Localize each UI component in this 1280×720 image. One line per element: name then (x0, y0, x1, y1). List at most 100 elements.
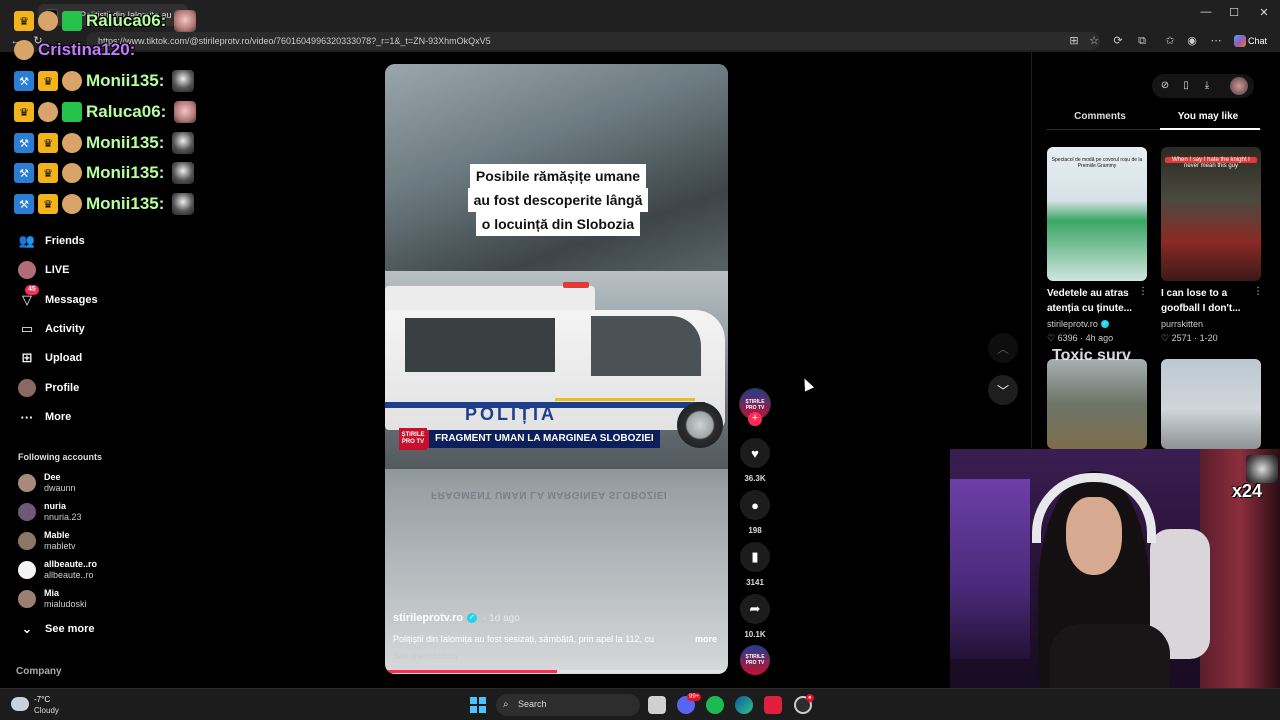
download-icon[interactable]: ⤓ (1200, 79, 1214, 93)
sidebar-item-label: Friends (45, 235, 85, 247)
chat-message: ⚒ ♛ Monii135: (14, 191, 195, 217)
chevron-down-icon: ⌄ (21, 621, 33, 636)
favorites-icon[interactable]: ✩ (1162, 33, 1178, 49)
see-translation-link[interactable]: See translation (393, 651, 458, 661)
mobile-icon[interactable]: ▯ (1179, 79, 1193, 93)
crown-badge-icon: ♛ (38, 194, 58, 214)
chat-message: Cristina120: (14, 37, 143, 63)
thumbnail-overlay-text: Toxic surv (1052, 347, 1131, 364)
news-logo: ȘTIRILE PRO TV (399, 428, 427, 450)
following-account[interactable]: allbeaute..ro allbeaute..ro (18, 557, 97, 583)
cloud-icon[interactable] (11, 697, 29, 711)
recommendation-author[interactable]: purrskitten (1161, 319, 1203, 329)
more-options-icon[interactable]: ⋮ (1253, 286, 1263, 297)
gift-badge-icon (62, 102, 82, 122)
apps-icon[interactable]: ⊞ (1066, 33, 1082, 49)
description-more-button[interactable]: more (695, 634, 717, 644)
crown-badge-icon: ♛ (38, 71, 58, 91)
user-avatar[interactable] (1230, 77, 1248, 95)
video-player[interactable]: Posibile rămășițe umane au fost descoper… (385, 64, 728, 674)
van-stripe (555, 398, 695, 401)
van-window (591, 316, 701, 376)
emote-icon (172, 70, 195, 92)
search-label: Search (518, 699, 547, 709)
copilot-chat-button[interactable]: Chat (1232, 33, 1276, 49)
following-account[interactable]: Mable mabletv (18, 528, 76, 554)
recommendation-thumbnail[interactable] (1047, 359, 1147, 449)
next-video-button[interactable]: ﹀ (988, 375, 1018, 405)
tab-comments[interactable]: Comments (1050, 111, 1150, 122)
task-view-icon[interactable] (648, 696, 666, 714)
sidebar-item-live[interactable]: LIVE (18, 260, 69, 280)
recommendation-title[interactable]: Vedetele au atras atenția cu ținute... (1047, 286, 1143, 316)
company-link[interactable]: Company (16, 666, 62, 677)
sidebar-item-more[interactable]: ··· More (18, 407, 72, 427)
account-name: nuria (44, 501, 67, 511)
sidebar-item-activity[interactable]: ▭ Activity (18, 319, 85, 339)
weather-temperature[interactable]: -7°C (34, 695, 50, 704)
recommendation-thumbnail[interactable] (1161, 359, 1261, 449)
prime-badge-icon: ⚒ (14, 163, 34, 183)
recommendation-title[interactable]: I can lose to a goofball I don't... (1161, 286, 1257, 316)
account-handle: mialudoski (44, 599, 87, 609)
video-author-line[interactable]: stirileprotv.ro ✓ · 1d ago (393, 612, 520, 624)
crown-badge-icon: ♛ (14, 11, 34, 31)
split-screen-icon[interactable]: ⧉ (1134, 33, 1150, 49)
messages-icon: ▽ 45 (18, 285, 39, 309)
sidebar-item-label: Profile (45, 382, 80, 394)
sidebar-item-friends[interactable]: 👥 Friends (18, 231, 85, 251)
account-handle: mabletv (44, 541, 76, 551)
taskbar-search[interactable]: ⌕ Search (496, 694, 640, 716)
crown-badge-icon: ♛ (38, 133, 58, 153)
sound-disc[interactable]: ȘTIRILE PRO TV (740, 645, 770, 675)
share-button[interactable]: ➦ (740, 594, 770, 624)
browser-menu-icon[interactable]: ⋯ (1208, 33, 1224, 49)
like-count: 36.3K (744, 474, 766, 483)
spotify-icon[interactable] (706, 696, 724, 714)
edge-icon[interactable] (735, 696, 753, 714)
video-progress-bar[interactable] (385, 670, 728, 673)
recommendation-author[interactable]: stirileprotv.ro ✓ (1047, 319, 1115, 329)
sidebar-item-upload[interactable]: ⊞ Upload (18, 348, 83, 368)
follow-plus-icon[interactable]: + (748, 412, 762, 426)
comment-button[interactable]: ● (740, 490, 770, 520)
save-button[interactable]: ▮ (740, 542, 770, 572)
weather-condition[interactable]: Cloudy (34, 706, 59, 715)
following-account[interactable]: nuria nnuria.23 (18, 499, 82, 525)
chat-username: Raluca06: (86, 11, 167, 30)
previous-video-button[interactable]: ︿ (988, 333, 1018, 363)
friends-icon: 👥 (18, 233, 36, 248)
emote-icon (174, 101, 197, 123)
profile-icon[interactable]: ◉ (1184, 33, 1200, 49)
van-lettering: POLIȚIA (465, 404, 557, 424)
recommendation-thumbnail[interactable]: Spectacol de modă pe covorul roșu de la … (1047, 147, 1147, 281)
avatar (18, 503, 36, 521)
prime-badge-icon: ⚒ (14, 71, 34, 91)
account-name: Dee (44, 472, 61, 482)
like-button[interactable]: ♥ (740, 438, 770, 468)
recommendation-thumbnail[interactable]: When I say I hate the knight I never mea… (1161, 147, 1261, 281)
caption-line: au fost descoperite lângă (467, 188, 649, 212)
tab-you-may-like[interactable]: You may like (1158, 111, 1258, 122)
see-more-button[interactable]: ⌄ See more (18, 619, 95, 639)
sidebar-item-profile[interactable]: Profile (18, 378, 79, 398)
video-author[interactable]: stirileprotv.ro (393, 612, 463, 624)
maximize-button[interactable]: ☐ (1224, 6, 1244, 19)
compass-icon[interactable]: ⊘ (1158, 79, 1172, 93)
close-window-button[interactable]: ✕ (1254, 6, 1274, 19)
windows-start-icon[interactable] (470, 697, 486, 713)
minimize-button[interactable]: — (1196, 6, 1216, 18)
following-account[interactable]: Mia mialudoski (18, 586, 87, 612)
url-bar[interactable]: https://www.tiktok.com/@stirileprotv.ro/… (86, 32, 1100, 50)
sidebar-item-messages[interactable]: ▽ 45 Messages (18, 285, 98, 310)
following-account[interactable]: Dee dwaunn (18, 470, 76, 496)
more-options-icon[interactable]: ⋮ (1138, 286, 1148, 297)
emote-badge-icon (38, 102, 58, 122)
favorite-star-icon[interactable]: ☆ (1086, 33, 1102, 49)
comment-count: 198 (748, 526, 762, 535)
extensions-refresh-icon[interactable]: ⟳ (1110, 33, 1126, 49)
avatar (18, 532, 36, 550)
app-icon[interactable] (764, 696, 782, 714)
live-icon (18, 261, 36, 279)
caption-line: o locuință din Slobozia (475, 212, 641, 236)
